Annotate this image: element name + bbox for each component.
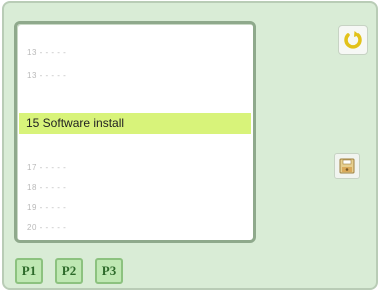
page-button-p3[interactable]: P3 (95, 258, 123, 284)
selected-list-item[interactable]: 15 Software install (19, 113, 251, 134)
list-item[interactable]: 13 - - - - - (27, 46, 66, 60)
list-item[interactable]: 19 - - - - - (27, 201, 66, 215)
refresh-icon (344, 31, 362, 49)
page-button-p1[interactable]: P1 (15, 258, 43, 284)
list-item[interactable]: 18 - - - - - (27, 181, 66, 195)
screen: 13 - - - - - 13 - - - - - 15 Software in… (2, 1, 378, 290)
list-item[interactable]: 13 - - - - - (27, 69, 66, 83)
refresh-button[interactable] (338, 25, 368, 55)
file-list-panel[interactable]: 13 - - - - - 13 - - - - - 15 Software in… (14, 21, 256, 243)
floppy-disk-icon (339, 158, 355, 174)
list-item[interactable]: 17 - - - - - (27, 161, 66, 175)
selected-item-label: 15 Software install (26, 116, 125, 130)
save-to-disk-button[interactable] (334, 153, 360, 179)
list-item[interactable]: 20 - - - - - (27, 221, 66, 235)
page-button-p2[interactable]: P2 (55, 258, 83, 284)
